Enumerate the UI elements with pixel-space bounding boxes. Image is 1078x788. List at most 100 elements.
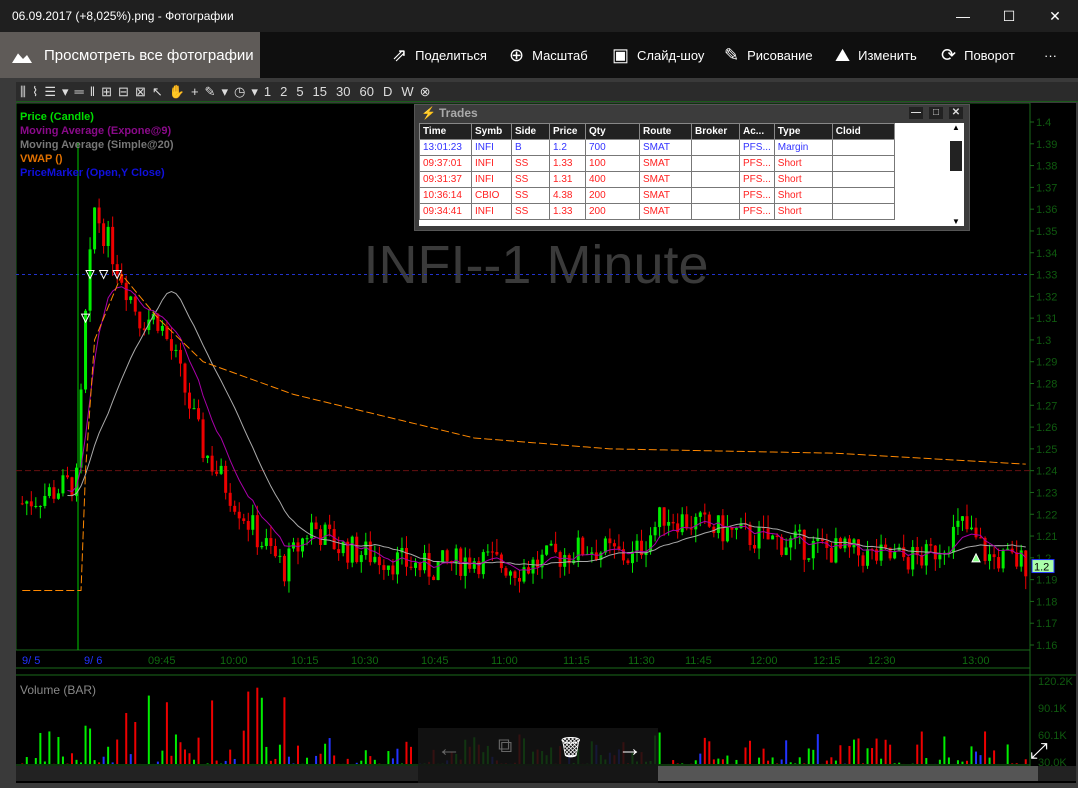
candle bbox=[373, 556, 377, 563]
x-tick-label: 9/ 6 bbox=[84, 655, 102, 667]
y-tick-label: 1.24 bbox=[1036, 466, 1057, 478]
trade-cell bbox=[831, 139, 895, 156]
candle bbox=[278, 555, 282, 557]
indicator-icon[interactable]: ⌇ bbox=[32, 84, 38, 100]
candle bbox=[499, 554, 503, 569]
dropdown-icon[interactable]: ▾ bbox=[221, 84, 228, 100]
column-header[interactable]: Ac... bbox=[739, 123, 775, 140]
volume-bar bbox=[84, 725, 87, 764]
volume-bar bbox=[726, 755, 729, 764]
volume-bar bbox=[984, 731, 987, 764]
column-header[interactable]: Side bbox=[511, 123, 550, 140]
studies-icon[interactable]: ☰ bbox=[44, 84, 56, 100]
volume-bar bbox=[80, 762, 83, 764]
candle bbox=[169, 339, 173, 351]
chart-type-icon[interactable]: ⫼ bbox=[20, 84, 26, 100]
x-tick-label: 12:15 bbox=[813, 655, 841, 667]
trade-row[interactable]: 09:37:01 INFI SS 1.33 100 SMAT PFS... Short bbox=[419, 155, 895, 172]
volume-bar bbox=[862, 763, 865, 764]
volume-bar bbox=[306, 757, 309, 764]
close-chart-icon[interactable]: ⊗ bbox=[420, 84, 431, 100]
vline-icon[interactable]: ‖ bbox=[90, 84, 95, 99]
trade-cell: 200 bbox=[585, 187, 640, 204]
candle bbox=[52, 487, 56, 499]
more-button[interactable]: ··· bbox=[1044, 32, 1057, 78]
column-header[interactable]: Symb bbox=[471, 123, 512, 140]
x-tick-label: 10:15 bbox=[291, 655, 319, 667]
rotate-button[interactable]: ⟳ Поворот bbox=[941, 32, 1015, 78]
column-header[interactable]: Time bbox=[419, 123, 472, 140]
interval-D[interactable]: D bbox=[383, 84, 392, 99]
candle bbox=[350, 536, 354, 563]
view-all-photos-button[interactable]: Просмотреть все фотографии bbox=[0, 32, 260, 78]
delete-icon[interactable]: 🗑 bbox=[558, 735, 583, 760]
candle bbox=[264, 538, 268, 546]
volume-bar bbox=[256, 687, 259, 764]
trade-row[interactable]: 10:36:14 CBIO SS 4.38 200 SMAT PFS... Short bbox=[419, 187, 895, 204]
edit-button[interactable]: ⛰ Изменить bbox=[835, 32, 917, 78]
column-header[interactable]: Route bbox=[639, 123, 692, 140]
trades-scrollbar[interactable]: ▲ ▼ bbox=[948, 123, 964, 226]
crosshair-icon[interactable]: + bbox=[191, 84, 199, 99]
column-header[interactable]: Cloid bbox=[831, 123, 895, 140]
interval-60[interactable]: 60 bbox=[359, 84, 373, 99]
candle bbox=[766, 528, 770, 540]
trade-cell: 100 bbox=[585, 155, 640, 172]
trade-row[interactable]: 09:31:37 INFI SS 1.31 400 SMAT PFS... Short bbox=[419, 171, 895, 188]
dropdown-icon[interactable]: ▾ bbox=[251, 84, 258, 100]
share-button[interactable]: ⇗ Поделиться bbox=[392, 32, 487, 78]
dropdown-icon[interactable]: ▾ bbox=[62, 84, 69, 100]
previous-arrow-icon[interactable]: ← bbox=[437, 735, 461, 763]
volume-bar bbox=[111, 762, 114, 764]
zoom-area-icon[interactable]: ⊠ bbox=[135, 84, 146, 100]
column-header[interactable]: Price bbox=[549, 123, 586, 140]
trade-cell bbox=[691, 155, 740, 172]
zoom-button[interactable]: ⊕ Масштаб bbox=[509, 32, 588, 78]
pointer-icon[interactable]: ↖ bbox=[152, 84, 163, 100]
zoom-out-icon[interactable]: ⊟ bbox=[118, 84, 129, 100]
volume-bar bbox=[1015, 763, 1018, 764]
trades-titlebar[interactable]: ⚡ Trades — □ ✕ bbox=[415, 105, 969, 122]
trade-row[interactable]: 13:01:23 INFI B 1.2 700 SMAT PFS... Margin bbox=[419, 139, 895, 156]
column-header[interactable]: Type bbox=[773, 123, 833, 140]
hand-icon[interactable]: ✋ bbox=[169, 84, 185, 100]
y-tick-label: 1.34 bbox=[1036, 248, 1057, 260]
clock-icon[interactable]: ◷ bbox=[234, 84, 245, 100]
volume-bar bbox=[147, 695, 150, 764]
y-tick-label: 1.27 bbox=[1036, 400, 1057, 412]
interval-2[interactable]: 2 bbox=[280, 84, 287, 99]
fullscreen-icon[interactable]: ⤢ bbox=[1030, 738, 1048, 764]
next-arrow-icon[interactable]: → bbox=[618, 735, 642, 763]
candle bbox=[246, 520, 250, 530]
close-button[interactable]: ✕ bbox=[1032, 0, 1078, 32]
maximize-icon[interactable]: □ bbox=[929, 107, 943, 119]
candle bbox=[748, 524, 752, 546]
scrollbar-thumb bbox=[658, 766, 1038, 781]
slideshow-button[interactable]: ▣ Слайд-шоу bbox=[612, 32, 704, 78]
trade-cell: SMAT bbox=[639, 171, 692, 188]
y-tick-label: 1.37 bbox=[1036, 182, 1057, 194]
copy-icon[interactable]: ⧉ bbox=[498, 735, 512, 758]
draw-button[interactable]: ✎ Рисование bbox=[724, 32, 813, 78]
volume-bar bbox=[328, 738, 331, 764]
trade-row[interactable]: 09:34:41 INFI SS 1.33 200 SMAT PFS... Short bbox=[419, 203, 895, 220]
hline-icon[interactable]: ═ bbox=[75, 84, 84, 99]
volume-bar bbox=[396, 748, 399, 764]
candle bbox=[508, 571, 512, 576]
minimize-button[interactable]: — bbox=[940, 0, 986, 32]
interval-15[interactable]: 15 bbox=[313, 84, 327, 99]
y-tick-label: 1.31 bbox=[1036, 313, 1057, 325]
interval-30[interactable]: 30 bbox=[336, 84, 350, 99]
interval-W[interactable]: W bbox=[401, 84, 413, 99]
maximize-button[interactable]: ☐ bbox=[986, 0, 1032, 32]
volume-bar bbox=[319, 753, 322, 764]
column-header[interactable]: Qty bbox=[585, 123, 640, 140]
trade-cell: 1.33 bbox=[549, 155, 586, 172]
interval-5[interactable]: 5 bbox=[296, 84, 303, 99]
minimize-icon[interactable]: — bbox=[909, 107, 923, 119]
zoom-fit-icon[interactable]: ⊞ bbox=[101, 84, 112, 100]
interval-1[interactable]: 1 bbox=[264, 84, 271, 99]
column-header[interactable]: Broker bbox=[691, 123, 740, 140]
pencil-icon[interactable]: ✎ bbox=[205, 84, 216, 100]
close-icon[interactable]: ✕ bbox=[949, 107, 963, 119]
